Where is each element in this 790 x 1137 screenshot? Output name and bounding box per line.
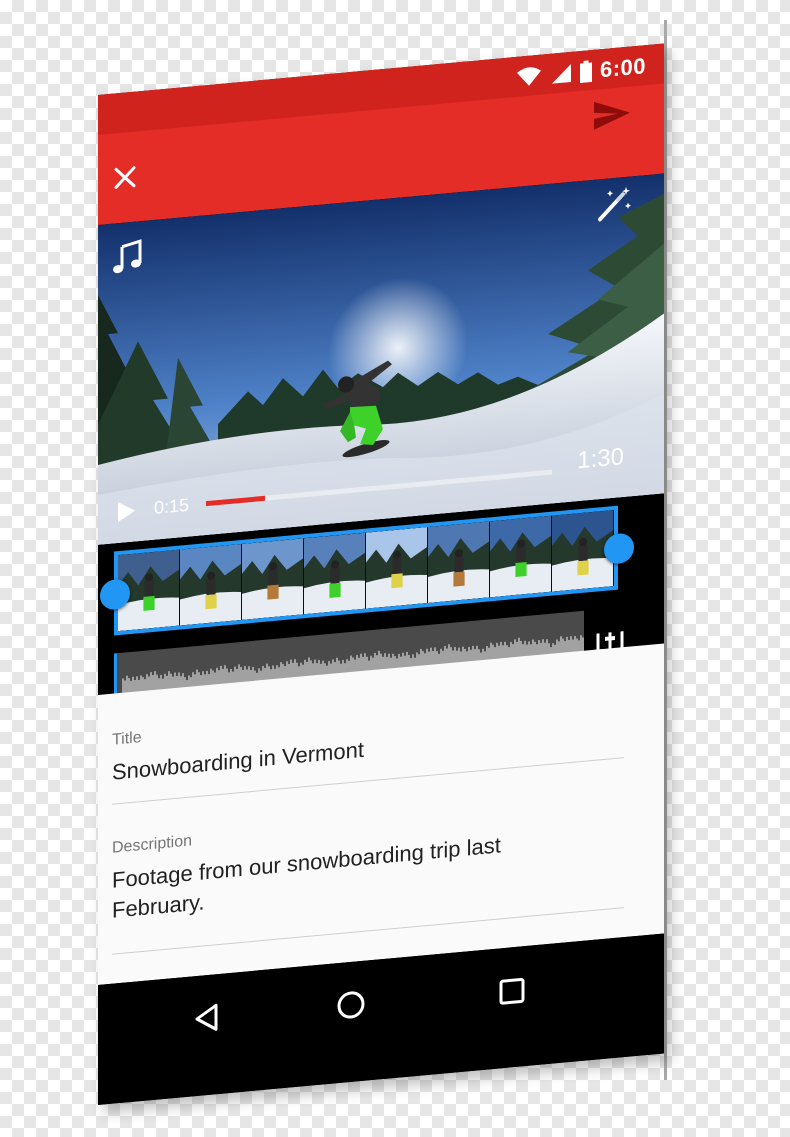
video-details-form: Title Snowboarding in Vermont Descriptio… [98,643,664,985]
status-time: 6:00 [599,53,646,83]
home-icon[interactable] [336,989,366,1022]
trim-handle-end[interactable] [604,532,634,565]
film-frame [490,515,552,598]
title-input[interactable]: Snowboarding in Vermont [112,714,592,788]
progress-bar[interactable] [206,469,552,507]
send-icon[interactable] [592,96,632,132]
film-frame [180,543,242,626]
device-edge [664,20,667,1080]
film-frame [242,538,304,620]
battery-icon [579,60,592,84]
play-icon[interactable] [116,500,136,524]
description-label: Description [112,832,193,857]
back-icon[interactable] [194,1002,220,1034]
signal-icon [551,63,571,84]
film-frame [366,526,428,609]
current-time: 0:15 [154,494,190,518]
wifi-icon [516,67,541,86]
duration: 1:30 [577,443,624,475]
progress-fill [206,495,265,507]
recents-icon[interactable] [498,976,526,1007]
video-preview[interactable]: 0:15 1:30 [98,173,664,545]
film-frame [304,532,366,615]
film-frame [428,521,490,603]
magic-wand-icon[interactable] [594,182,634,226]
phone-screen: 6:00 0:15 1:30 Title Snowboarding in Ver… [98,43,664,1105]
status-bar: 6:00 [98,43,664,136]
title-label: Title [112,729,142,749]
music-note-icon[interactable] [110,239,144,276]
close-icon[interactable] [112,163,138,191]
status-icons: 6:00 [516,53,646,91]
